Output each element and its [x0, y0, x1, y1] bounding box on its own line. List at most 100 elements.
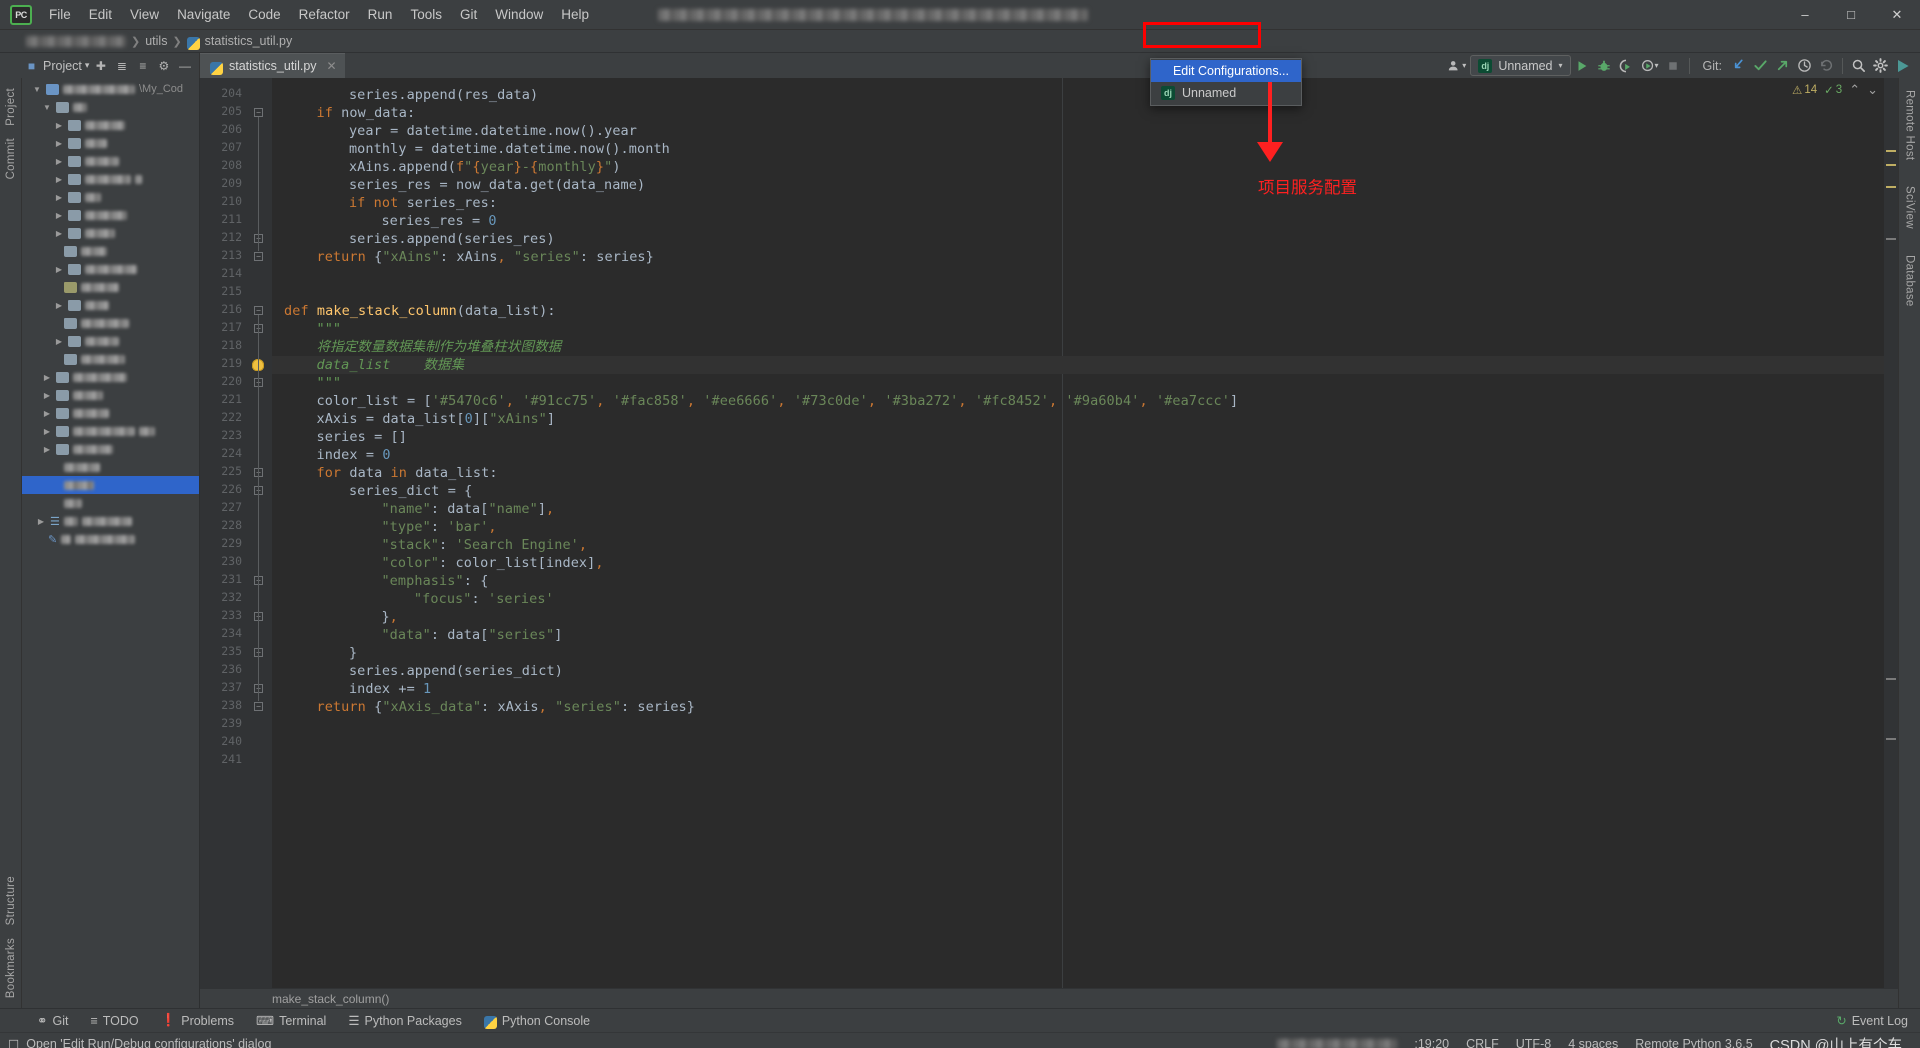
menu-navigate[interactable]: Navigate — [168, 3, 239, 26]
menu-git[interactable]: Git — [451, 3, 486, 26]
tool-button-git[interactable]: ⚭ Git — [26, 1009, 79, 1033]
tree-row[interactable] — [22, 494, 199, 512]
menu-file[interactable]: File — [40, 3, 80, 26]
breadcrumb-folder[interactable]: utils — [145, 34, 167, 48]
code-line[interactable]: color_list = ['#5470c6', '#91cc75', '#fa… — [284, 392, 1238, 410]
chevron-right-icon-tree[interactable]: ▶ — [54, 139, 64, 148]
tree-row[interactable]: ▶ — [22, 440, 199, 458]
fold-marker-icon[interactable]: − — [254, 306, 263, 315]
menu-refactor[interactable]: Refactor — [290, 3, 359, 26]
prev-problem-icon[interactable]: ⌃ — [1849, 82, 1860, 98]
code-line[interactable]: return {"xAins": xAins, "series": series… — [284, 248, 654, 266]
menu-view[interactable]: View — [121, 3, 168, 26]
tree-row[interactable]: ▶ — [22, 368, 199, 386]
git-commit-icon[interactable] — [1750, 55, 1771, 76]
chevron-right-icon-tree[interactable]: ▶ — [54, 337, 64, 346]
chevron-right-icon-tree[interactable]: ▶ — [54, 175, 64, 184]
editor-tab-statistics-util[interactable]: statistics_util.py ✕ — [200, 53, 345, 78]
marker-info[interactable] — [1886, 678, 1896, 680]
tree-row[interactable] — [22, 314, 199, 332]
tree-row[interactable]: ▶ — [22, 386, 199, 404]
fold-marker-icon[interactable]: − — [254, 702, 263, 711]
tool-button-todo[interactable]: ≡ TODO — [79, 1009, 149, 1033]
rail-bookmarks[interactable]: Bookmarks — [5, 932, 17, 1004]
chevron-right-icon-tree[interactable]: ▶ — [36, 517, 46, 526]
chevron-right-icon-tree[interactable]: ▶ — [54, 229, 64, 238]
code-line[interactable]: index += 1 — [284, 680, 431, 698]
code-line[interactable]: return {"xAxis_data": xAxis, "series": s… — [284, 698, 695, 716]
run-configuration-selector[interactable]: dj Unnamed ▾ — [1470, 55, 1571, 76]
tree-row[interactable]: ▼ — [22, 98, 199, 116]
tree-row[interactable]: ▶ — [22, 296, 199, 314]
settings-gear-icon[interactable] — [1870, 55, 1891, 76]
editor-gutter[interactable]: 204 205 − 206 207 208 209 210 211 212 − 213 − 214 215 2… — [200, 78, 272, 1008]
code-line[interactable]: series = [] — [284, 428, 407, 446]
tool-button-python-packages[interactable]: ☰ Python Packages — [337, 1009, 473, 1033]
code-line[interactable]: 将指定数量数据集制作为堆叠柱状图数据 — [284, 338, 561, 356]
next-problem-icon[interactable]: ⌄ — [1867, 82, 1878, 98]
indent-setting[interactable]: 4 spaces — [1568, 1037, 1618, 1048]
tree-row[interactable]: ▶ — [22, 332, 199, 350]
python-interpreter[interactable]: Remote Python 3.6.5 — [1635, 1037, 1752, 1048]
tree-row[interactable]: ▶ — [22, 170, 199, 188]
search-everywhere-icon[interactable] — [1848, 55, 1869, 76]
code-line[interactable]: if now_data: — [284, 104, 415, 122]
code-line[interactable]: series_res = 0 — [284, 212, 497, 230]
dropdown-item-unnamed[interactable]: dj Unnamed — [1151, 82, 1301, 104]
code-line[interactable]: "name": data["name"], — [284, 500, 554, 518]
tree-row[interactable]: ✎ — [22, 530, 199, 548]
chevron-right-icon-tree[interactable]: ▶ — [54, 193, 64, 202]
tree-row[interactable]: ▼ \My_Cod — [22, 80, 199, 98]
code-line[interactable]: xAxis = data_list[0]["xAins"] — [284, 410, 555, 428]
fold-marker-icon[interactable]: − — [254, 108, 263, 117]
menu-window[interactable]: Window — [486, 3, 552, 26]
expand-icon[interactable]: ≡ — [133, 56, 152, 75]
marker-warning[interactable] — [1886, 164, 1896, 166]
tree-row[interactable]: ▶ — [22, 260, 199, 278]
chevron-right-icon-tree[interactable]: ▶ — [42, 445, 52, 454]
run-configuration-dropdown[interactable]: Edit Configurations... dj Unnamed — [1150, 58, 1302, 106]
tree-row[interactable]: ▶ — [22, 152, 199, 170]
marker-info[interactable] — [1886, 738, 1896, 740]
tool-button-problems[interactable]: ❗ Problems — [150, 1009, 245, 1033]
tree-row[interactable]: ▶ — [22, 224, 199, 242]
code-line[interactable]: series.append(series_dict) — [284, 662, 563, 680]
code-line[interactable]: monthly = datetime.datetime.now().month — [284, 140, 670, 158]
tree-row[interactable]: ▶ — [22, 188, 199, 206]
chevron-right-icon-tree[interactable]: ▶ — [54, 121, 64, 130]
code-line[interactable]: if not series_res: — [284, 194, 497, 212]
code-line[interactable]: index = 0 — [284, 446, 391, 464]
rail-sciview[interactable]: SciView — [1904, 180, 1916, 235]
maximize-button[interactable]: □ — [1828, 0, 1874, 30]
tree-row[interactable]: ▶ — [22, 206, 199, 224]
tree-row-selected[interactable] — [22, 476, 199, 494]
code-line[interactable]: "stack": 'Search Engine', — [284, 536, 587, 554]
close-icon[interactable]: ✕ — [327, 59, 337, 73]
updates-icon[interactable] — [1892, 55, 1914, 76]
tree-row[interactable]: ▶ — [22, 422, 199, 440]
inspection-ok-badge[interactable]: ✓ 3 — [1824, 83, 1842, 97]
settings-icon[interactable]: ⚙ — [154, 56, 173, 75]
code-line[interactable]: }, — [284, 608, 398, 626]
code-line[interactable]: series.append(res_data) — [284, 86, 538, 104]
code-line[interactable]: } — [284, 644, 357, 662]
code-line[interactable]: for data in data_list: — [284, 464, 498, 482]
chevron-right-icon-tree[interactable]: ▶ — [42, 391, 52, 400]
caret-position[interactable]: :19:20 — [1414, 1037, 1449, 1048]
collapse-all-icon[interactable]: ≣ — [112, 56, 131, 75]
chevron-down-icon-tree[interactable]: ▼ — [42, 103, 52, 112]
event-log-button[interactable]: ↻ Event Log — [1836, 1013, 1920, 1029]
user-icon[interactable]: ▾ — [1444, 55, 1469, 76]
breadcrumb-file[interactable]: statistics_util.py — [205, 34, 293, 48]
marker-warning[interactable] — [1886, 186, 1896, 188]
profile-button[interactable]: ▾ — [1638, 55, 1662, 76]
code-line[interactable]: series_dict = { — [284, 482, 472, 500]
rail-commit[interactable]: Commit — [5, 132, 17, 185]
code-line[interactable]: """ — [284, 320, 341, 338]
debug-button[interactable] — [1594, 55, 1615, 76]
code-line[interactable]: xAins.append(f"{year}-{monthly}") — [284, 158, 621, 176]
inspection-widget[interactable]: ⚠ 14 ✓ 3 ⌃ ⌄ — [1792, 82, 1878, 98]
run-button[interactable] — [1572, 55, 1593, 76]
rail-structure[interactable]: Structure — [5, 870, 17, 931]
tool-button-python-console[interactable]: Python Console — [473, 1009, 601, 1033]
